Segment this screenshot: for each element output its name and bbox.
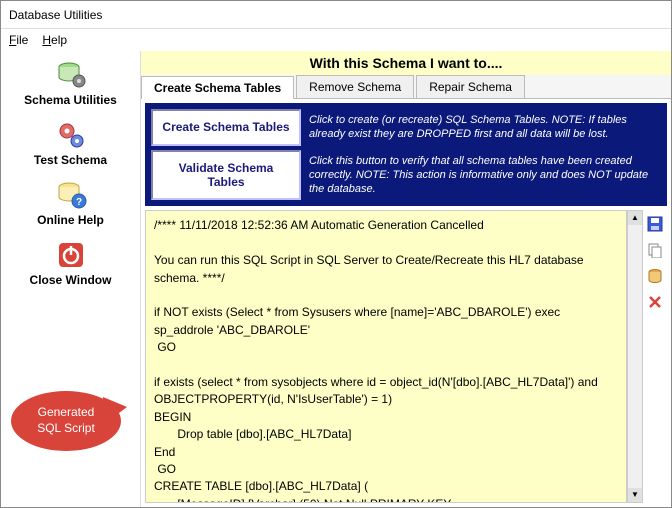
window-title: Database Utilities (9, 8, 102, 22)
validate-schema-desc: Click this button to verify that all sch… (301, 150, 661, 201)
sidebar-item-schema-utilities[interactable]: Schema Utilities (1, 55, 140, 115)
sidebar-label: Schema Utilities (1, 93, 140, 107)
menu-help[interactable]: Help (42, 33, 67, 47)
main-panel: With this Schema I want to.... Create Sc… (141, 51, 671, 507)
action-row-validate: Validate Schema Tables Click this button… (151, 150, 661, 201)
menubar: File Help (1, 29, 671, 51)
sidebar-label: Test Schema (1, 153, 140, 167)
right-toolbar (643, 210, 667, 503)
menu-file[interactable]: File (9, 33, 28, 47)
script-area-wrap: /**** 11/11/2018 12:52:36 AM Automatic G… (145, 210, 667, 503)
gears-icon (55, 119, 87, 151)
app-window: Database Utilities File Help Schema Util… (0, 0, 672, 508)
callout-generated-sql: Generated SQL Script (11, 391, 121, 451)
sidebar-item-close-window[interactable]: Close Window (1, 235, 140, 295)
database-help-icon: ? (55, 179, 87, 211)
body: Schema Utilities Test Schema ? Online He… (1, 51, 671, 507)
copy-icon[interactable] (647, 242, 663, 258)
sql-script-output[interactable]: /**** 11/11/2018 12:52:36 AM Automatic G… (145, 210, 627, 503)
scroll-down-button[interactable]: ▼ (628, 488, 642, 502)
power-icon (55, 239, 87, 271)
scroll-up-button[interactable]: ▲ (628, 211, 642, 225)
database-gear-icon (55, 59, 87, 91)
sidebar: Schema Utilities Test Schema ? Online He… (1, 51, 141, 507)
validate-schema-button[interactable]: Validate Schema Tables (151, 150, 301, 201)
sidebar-item-online-help[interactable]: ? Online Help (1, 175, 140, 235)
action-panel: Create Schema Tables Click to create (or… (145, 103, 667, 206)
save-icon[interactable] (647, 216, 663, 232)
scrollbar-vertical[interactable]: ▲ ▼ (627, 210, 643, 503)
database-icon[interactable] (647, 268, 663, 284)
heading-strip: With this Schema I want to.... (141, 51, 671, 75)
tab-remove-schema[interactable]: Remove Schema (296, 75, 414, 98)
sidebar-label: Close Window (1, 273, 140, 287)
create-schema-button[interactable]: Create Schema Tables (151, 109, 301, 146)
delete-icon[interactable] (647, 294, 663, 310)
sidebar-label: Online Help (1, 213, 140, 227)
tab-create-schema[interactable]: Create Schema Tables (141, 76, 294, 99)
action-row-create: Create Schema Tables Click to create (or… (151, 109, 661, 146)
sidebar-item-test-schema[interactable]: Test Schema (1, 115, 140, 175)
titlebar: Database Utilities (1, 1, 671, 29)
tab-bar: Create Schema Tables Remove Schema Repai… (141, 75, 671, 99)
svg-text:?: ? (75, 197, 81, 208)
tab-repair-schema[interactable]: Repair Schema (416, 75, 525, 98)
create-schema-desc: Click to create (or recreate) SQL Schema… (301, 109, 661, 146)
